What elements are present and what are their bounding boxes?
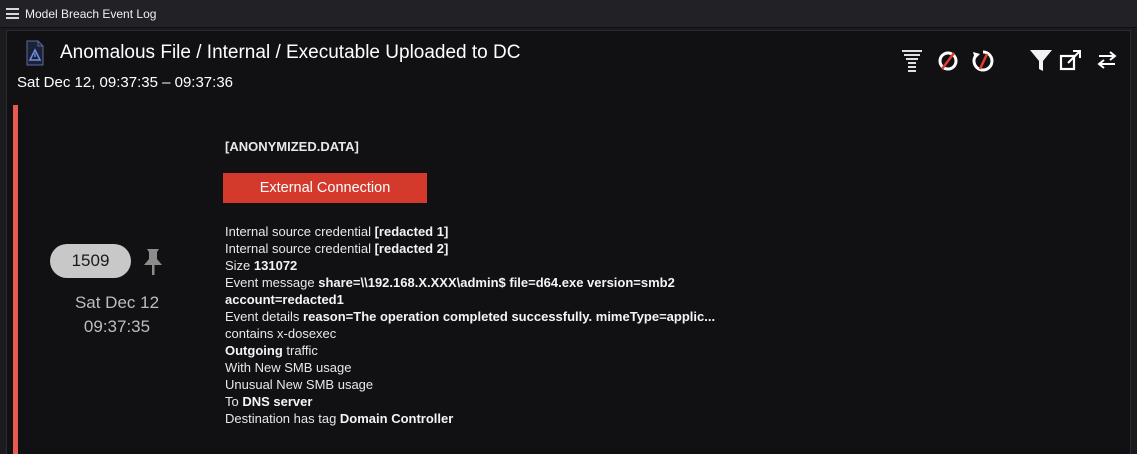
detail-text: Internal source credential [225, 241, 375, 256]
event-panel: Anomalous File / Internal / Executable U… [6, 30, 1131, 454]
detail-text: Unusual New SMB usage [225, 377, 374, 392]
detail-text: Internal source credential [225, 224, 375, 239]
severity-bar [13, 105, 18, 454]
detail-line: Unusual New SMB usage [225, 376, 715, 393]
detail-line: Internal source credential [redacted 1] [225, 223, 715, 240]
detail-value: 131072 [253, 258, 298, 273]
detail-line: Size 131072 [225, 257, 715, 274]
event-time-range: Sat Dec 12, 09:37:35 – 09:37:36 [17, 74, 233, 91]
breach-time: 09:37:35 [83, 317, 151, 336]
anonymized-label: [ANONYMIZED.DATA] [225, 139, 359, 154]
breach-datetime: Sat Dec 12 09:37:35 [47, 291, 187, 339]
window-titlebar: Model Breach Event Log [0, 0, 1137, 28]
detail-value: DNS server [242, 394, 313, 409]
detail-text: traffic [282, 343, 318, 358]
breach-count-badge: 1509 [50, 244, 131, 278]
detail-text: To [225, 394, 243, 409]
detail-line: Event details reason=The operation compl… [225, 308, 715, 325]
breach-date: Sat Dec 12 [74, 293, 160, 312]
detail-line: account=redacted1 [225, 291, 715, 308]
popout-icon[interactable] [1058, 47, 1084, 73]
detail-value: Outgoing [225, 343, 283, 358]
menu-icon[interactable] [6, 8, 19, 19]
detail-value: share=\\192.168.X.XXX\admin$ file=d64.ex… [318, 275, 675, 290]
event-title: Anomalous File / Internal / Executable U… [60, 42, 521, 63]
detail-line: contains x-dosexec [225, 325, 715, 342]
filter-icon[interactable] [1028, 47, 1054, 73]
stacked-filter-icon[interactable] [899, 47, 925, 73]
detail-text: With New SMB usage [225, 360, 352, 375]
detail-line: Event message share=\\192.168.X.XXX\admi… [225, 274, 715, 291]
detail-value: [redacted 2] [374, 241, 449, 256]
event-details: Internal source credential [redacted 1] I… [225, 223, 715, 427]
block-refresh-icon[interactable] [970, 47, 996, 73]
detail-line: Destination has tag Domain Controller [225, 410, 715, 427]
detail-line: With New SMB usage [225, 359, 715, 376]
external-connection-button[interactable]: External Connection [223, 173, 427, 203]
detail-text: Event message [225, 275, 319, 290]
detail-text: Size [225, 258, 254, 273]
detail-text: Destination has tag [225, 411, 340, 426]
block-event-icon[interactable] [935, 47, 961, 73]
detail-value: Domain Controller [339, 411, 454, 426]
detail-value: reason=The operation completed successfu… [303, 309, 716, 324]
detail-value: account=redacted1 [225, 292, 344, 307]
detail-text: contains x-dosexec [225, 326, 337, 341]
detail-value: [redacted 1] [374, 224, 449, 239]
detail-line: Outgoing traffic [225, 342, 715, 359]
document-alert-icon [26, 40, 44, 66]
detail-line: Internal source credential [redacted 2] [225, 240, 715, 257]
swap-icon[interactable] [1094, 47, 1120, 73]
pin-icon[interactable] [139, 246, 167, 278]
detail-line: To DNS server [225, 393, 715, 410]
window-title: Model Breach Event Log [25, 6, 157, 21]
detail-text: Event details [225, 309, 304, 324]
